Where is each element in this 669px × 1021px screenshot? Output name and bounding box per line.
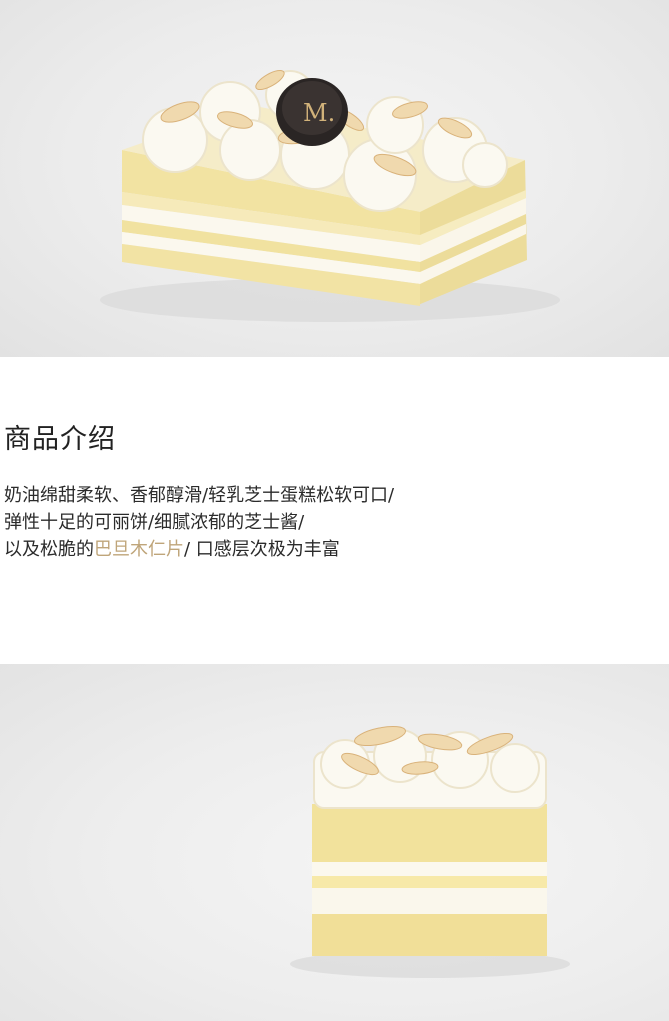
logo-text: M. — [303, 99, 335, 127]
cake-photo-top: M. — [0, 0, 669, 357]
cake-illustration-bottom — [290, 725, 570, 978]
description-line-3-prefix: 以及松脆的 — [4, 539, 94, 560]
cake-photo-bottom — [0, 664, 669, 1021]
description-line-3: 以及松脆的巴旦木仁片/ 口感层次极为丰富 — [4, 536, 664, 563]
product-description: 奶油绵甜柔软、香郁醇滑/轻乳芝士蛋糕松软可口/ 弹性十足的可丽饼/细腻浓郁的芝士… — [4, 482, 664, 563]
description-line-2: 弹性十足的可丽饼/细腻浓郁的芝士酱/ — [4, 512, 305, 533]
almond-highlight-text: 巴旦木仁片 — [94, 539, 184, 560]
description-line-3-suffix: / 口感层次极为丰富 — [184, 539, 340, 560]
product-intro-section: 商品介绍 奶油绵甜柔软、香郁醇滑/轻乳芝士蛋糕松软可口/ 弹性十足的可丽饼/细腻… — [0, 357, 669, 664]
section-title: 商品介绍 — [4, 424, 116, 455]
cake-slice-layers — [312, 804, 547, 956]
cake-illustration-top: M. — [100, 69, 560, 322]
description-line-1: 奶油绵甜柔软、香郁醇滑/轻乳芝士蛋糕松软可口/ — [4, 485, 395, 506]
